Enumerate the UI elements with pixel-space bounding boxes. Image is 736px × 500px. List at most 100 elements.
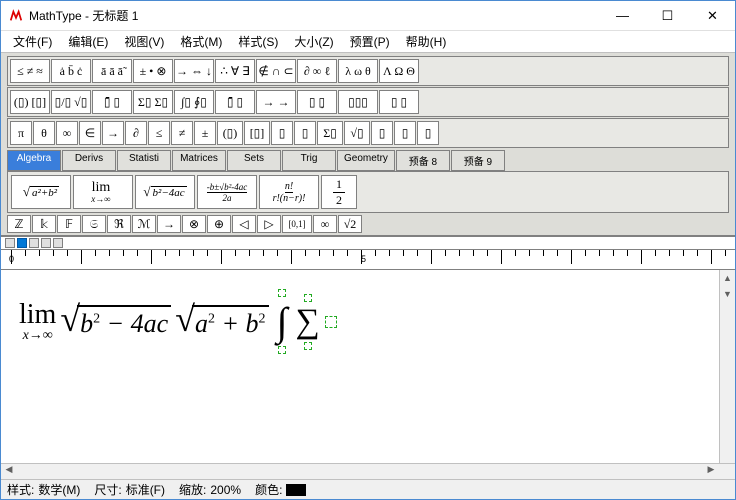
menu-style[interactable]: 样式(S) [230,31,286,52]
integral-lower-slot[interactable] [278,346,286,354]
menu-edit[interactable]: 编辑(E) [60,31,116,52]
status-style-value[interactable]: 数学(M) [38,481,80,498]
tmpl-sqrt[interactable]: √▯ [344,121,370,145]
palette-greek-lower[interactable]: λ ω θ [338,59,378,83]
vertical-scrollbar[interactable]: ▲ ▼ [719,270,735,463]
palette-greek-upper[interactable]: Λ Ω Θ [379,59,419,83]
size-step-5[interactable] [53,238,63,248]
template-pythag[interactable]: √a²+b² [11,175,71,209]
scroll-up-icon[interactable]: ▲ [720,270,735,286]
tab-derivs[interactable]: Derivs [62,150,116,171]
menu-help[interactable]: 帮助(H) [398,31,455,52]
palette-bars[interactable]: ā ā ā̃ [92,59,132,83]
sym-infty[interactable]: ∞ [56,121,78,145]
formula-lim[interactable]: lim x→∞ [19,301,56,343]
template-discriminant[interactable]: √b²−4ac [135,175,195,209]
sym-ne[interactable]: ≠ [171,121,193,145]
palette-integrals[interactable]: ∫▯ ∮▯ [174,90,214,114]
tmpl-box4[interactable]: ▯ [394,121,416,145]
sym-r[interactable]: ℜ [107,215,131,233]
sym-otimes[interactable]: ⊗ [182,215,206,233]
sum-lower-slot[interactable] [304,342,312,350]
sym-interval[interactable]: [0,1] [282,215,312,233]
tmpl-bracket[interactable]: [▯] [244,121,270,145]
palette-fences[interactable]: (▯) [▯] [10,90,50,114]
formula-sqrt1[interactable]: √ b2 − 4ac [60,305,171,339]
integral-upper-slot[interactable] [278,289,286,297]
palette-fractions[interactable]: ▯/▯ √▯ [51,90,91,114]
sym-m[interactable]: ℳ [132,215,156,233]
size-step-4[interactable] [41,238,51,248]
close-button[interactable]: ✕ [690,1,735,30]
tmpl-sum[interactable]: Σ▯ [317,121,343,145]
formula[interactable]: lim x→∞ √ b2 − 4ac √ a2 + b2 ∫ [19,288,717,355]
palette-boxes[interactable]: ▯ ▯ [379,90,419,114]
palette-scripts[interactable]: ▯̄ ▯ [92,90,132,114]
size-step-2[interactable] [17,238,27,248]
palette-labeled-arrows[interactable]: → → [256,90,296,114]
size-step-1[interactable] [5,238,15,248]
menu-format[interactable]: 格式(M) [172,31,230,52]
sym-theta[interactable]: θ [33,121,55,145]
tab-algebra[interactable]: Algebra [7,150,61,171]
size-step-3[interactable] [29,238,39,248]
palette-overbars[interactable]: ▯̄ ▯ [215,90,255,114]
palette-operators[interactable]: ± • ⊗ [133,59,173,83]
sym-pm[interactable]: ± [194,121,216,145]
template-combination[interactable]: n!r!(n−r)! [259,175,319,209]
menu-size[interactable]: 大小(Z) [286,31,341,52]
palette-summation[interactable]: Σ▯ Σ▯ [133,90,173,114]
sym-f[interactable]: 𝔽 [57,215,81,233]
menu-view[interactable]: 视图(V) [116,31,172,52]
tmpl-paren[interactable]: (▯) [217,121,243,145]
minimize-button[interactable]: — [600,1,645,30]
tab-preset9[interactable]: 预备 9 [451,150,505,171]
formula-summation[interactable]: ∑ [291,293,323,351]
formula-sqrt2[interactable]: √ a2 + b2 [175,305,268,339]
palette-accents[interactable]: ȧ b̄ ċ [51,59,91,83]
sym-le[interactable]: ≤ [148,121,170,145]
maximize-button[interactable]: ☐ [645,1,690,30]
palette-relations[interactable]: ≤ ≠ ≈ [10,59,50,83]
sym-s[interactable]: 𝔖 [82,215,106,233]
sym-rtriangle[interactable]: ▷ [257,215,281,233]
sym-oplus[interactable]: ⊕ [207,215,231,233]
formula-integral[interactable]: ∫ [273,288,292,355]
ruler[interactable]: 0 5 [1,250,735,270]
sym-in[interactable]: ∈ [79,121,101,145]
template-quadratic[interactable]: -b±√b²-4ac2a [197,175,257,209]
sum-body-slot[interactable] [325,316,337,328]
palette-products[interactable]: ▯ ▯̣ [297,90,337,114]
palette-arrows[interactable]: → ⇔ ↓ [174,59,214,83]
tab-trig[interactable]: Trig [282,150,336,171]
sym-z[interactable]: ℤ [7,215,31,233]
tab-geometry[interactable]: Geometry [337,150,395,171]
sym-rarrow[interactable]: → [157,215,181,233]
sym-arrow[interactable]: → [102,121,124,145]
sym-k[interactable]: 𝕜 [32,215,56,233]
tmpl-box5[interactable]: ▯ [417,121,439,145]
tmpl-box1[interactable]: ▯ [271,121,293,145]
palette-matrices[interactable]: ▯▯▯ [338,90,378,114]
sym-partial[interactable]: ∂ [125,121,147,145]
palette-calculus[interactable]: ∂ ∞ ℓ [297,59,337,83]
tab-preset8[interactable]: 预备 8 [396,150,450,171]
palette-logic[interactable]: ∴ ∀ ∃ [215,59,255,83]
status-size-value[interactable]: 标准(F) [126,481,165,498]
menu-preset[interactable]: 预置(P) [342,31,398,52]
sym-infinity2[interactable]: ∞ [313,215,337,233]
tab-sets[interactable]: Sets [227,150,281,171]
tab-statistics[interactable]: Statisti [117,150,171,171]
tmpl-box2[interactable]: ▯ [294,121,316,145]
sym-ltriangle[interactable]: ◁ [232,215,256,233]
template-limit[interactable]: limx→∞ [73,175,133,209]
sym-pi[interactable]: π [10,121,32,145]
tab-matrices[interactable]: Matrices [172,150,226,171]
template-half[interactable]: 12 [321,175,357,209]
sum-upper-slot[interactable] [304,294,312,302]
tmpl-box3[interactable]: ▯ [371,121,393,145]
sym-sqrt2[interactable]: √2 [338,215,362,233]
equation-canvas[interactable]: lim x→∞ √ b2 − 4ac √ a2 + b2 ∫ [1,270,735,463]
horizontal-scrollbar[interactable]: ◀ ▶ [1,463,735,479]
scroll-down-icon[interactable]: ▼ [720,286,735,302]
